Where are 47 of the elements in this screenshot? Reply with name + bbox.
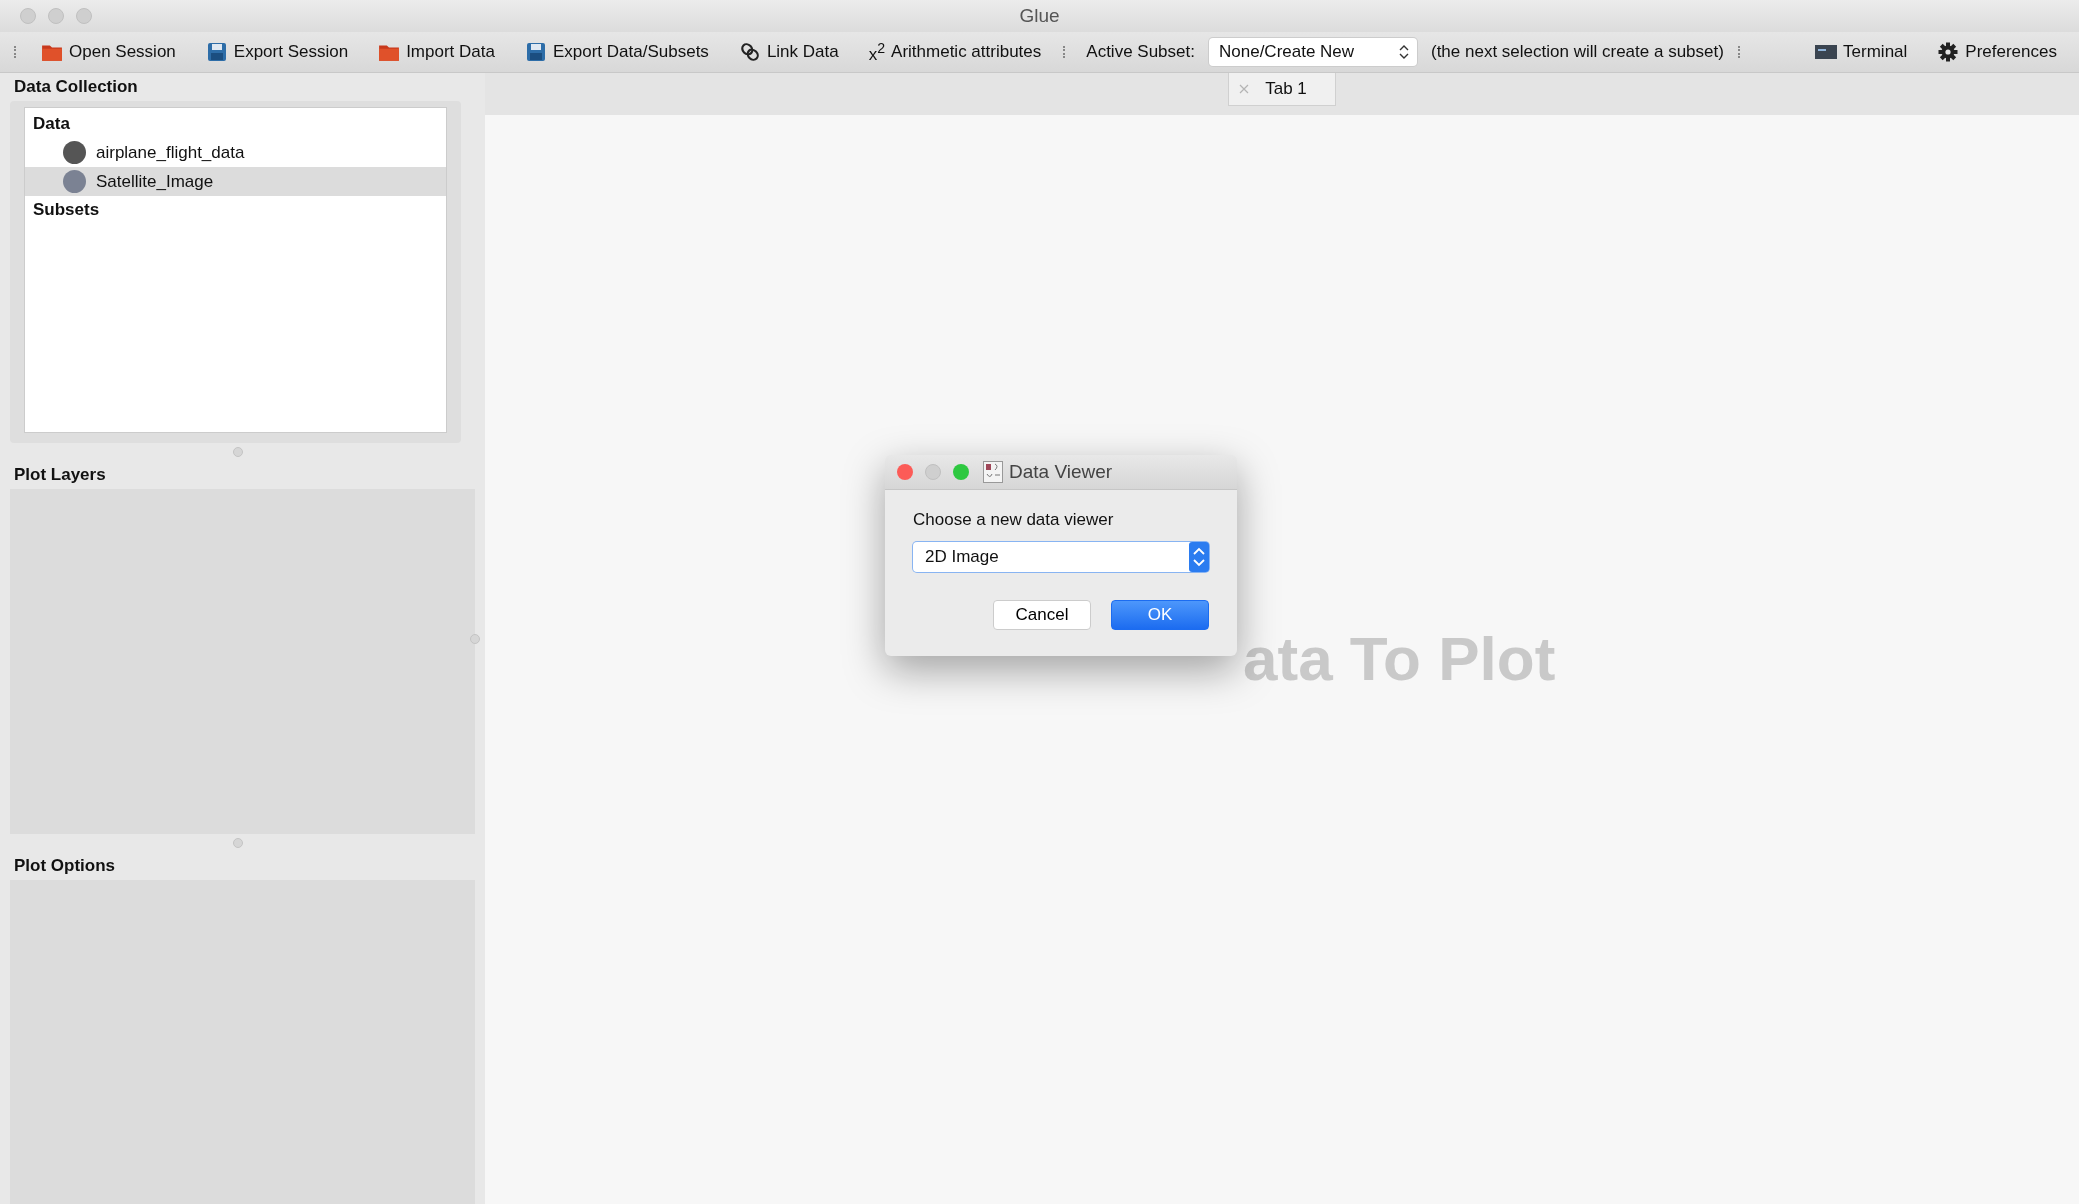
active-subset-label: Active Subset: [1086,42,1195,62]
toolbar-button[interactable]: Terminal [1807,38,1916,66]
close-window-button[interactable] [897,464,913,480]
gear-icon [1937,42,1960,62]
tree-group[interactable]: Subsets [25,196,446,224]
terminal-icon [1815,42,1838,62]
item-label: airplane_flight_data [96,142,245,163]
cancel-button[interactable]: Cancel [993,600,1091,630]
toolbar-button[interactable]: Open Session [33,38,184,66]
toolbar-button[interactable]: Link Data [730,38,847,66]
maximize-window-button[interactable] [953,464,969,480]
minimize-window-button[interactable] [48,8,64,24]
close-icon[interactable] [1239,84,1250,94]
active-subset-dropdown[interactable]: None/Create New [1209,38,1417,66]
folder-icon [41,42,63,62]
subset-hint: (the next selection will create a subset) [1431,42,1724,62]
maximize-window-button[interactable] [76,8,92,24]
toolbar-grip [14,46,19,58]
item-label: Satellite_Image [96,171,214,192]
minimize-window-button[interactable] [925,464,941,480]
toolbar-button[interactable]: Export Data/Subsets [516,38,717,66]
tree-item[interactable]: airplane_flight_data [25,138,446,167]
splitter-handle[interactable] [232,838,243,848]
toolbar-button[interactable]: x$^{2}$ Arithmetic attributes [860,35,1050,69]
ok-button[interactable]: OK [1111,600,1209,630]
splitter-handle[interactable] [232,447,243,457]
tree-item[interactable]: Satellite_Image [25,167,446,196]
folder-icon [378,42,401,62]
app-icon [983,461,1003,483]
splitter-handle[interactable] [470,633,480,644]
prompt-label: Choose a new data viewer [913,510,1115,530]
panel-title: Plot Options [13,855,117,877]
link-icon [738,42,761,62]
toolbar-button[interactable]: Import Data [370,38,503,66]
tab[interactable]: Tab 1 [1228,73,1336,106]
panel-title: Plot Layers [13,464,107,486]
toolbar-grip [1737,46,1743,58]
viewer-dropdown[interactable]: 2D Image [913,542,1209,572]
toolbar-button[interactable]: Preferences [1929,38,2065,66]
stepper-icon [1399,44,1409,60]
dialog-title: Data Viewer [1009,461,1113,483]
window-title: Glue [1019,5,1060,27]
stepper-icon [1189,542,1209,572]
panel-title: Data Collection [13,76,139,98]
close-window-button[interactable] [20,8,36,24]
tree-group[interactable]: Data [25,110,446,138]
toolbar-button[interactable]: Export Session [197,38,357,66]
